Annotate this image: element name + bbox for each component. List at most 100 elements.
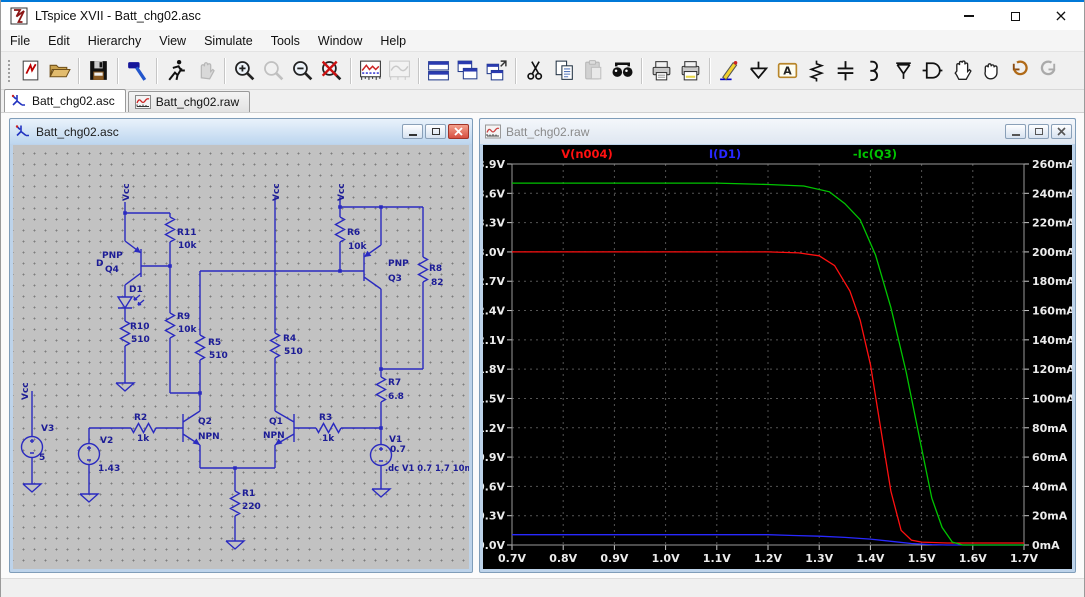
schematic-label-r7-value[interactable]: 6.8 (388, 392, 404, 402)
schematic-label-q2-type[interactable]: NPN (198, 432, 220, 442)
schematic-label-r5-name[interactable]: R5 (208, 338, 221, 348)
place-diode-icon[interactable] (890, 56, 917, 86)
schematic-label-r3-name[interactable]: R3 (319, 413, 332, 423)
menu-view[interactable]: View (150, 31, 195, 51)
schematic-label-q3-type[interactable]: PNP (388, 259, 409, 269)
schematic-label-r7-name[interactable]: R7 (388, 378, 401, 388)
schematic-label-v2-name[interactable]: V2 (100, 436, 113, 446)
place-inductor-icon[interactable] (861, 56, 888, 86)
zoom-full-extents-icon[interactable] (318, 56, 345, 86)
menu-help[interactable]: Help (371, 31, 415, 51)
drag-icon[interactable] (977, 56, 1004, 86)
tile-windows-icon[interactable] (425, 56, 452, 86)
schematic-label-r5-value[interactable]: 510 (209, 351, 228, 361)
schematic-label-q4-name[interactable]: Q4 (105, 265, 119, 275)
print-icon[interactable] (648, 56, 675, 86)
schematic-label-dc-directive[interactable]: .dc V1 0.7 1.7 10m (385, 463, 469, 473)
schematic-label-r10-value[interactable]: 510 (131, 335, 150, 345)
place-capacitor-icon[interactable] (832, 56, 859, 86)
trace-V(n004)[interactable] (512, 251, 1024, 544)
redo-icon[interactable] (1035, 56, 1062, 86)
schematic-label-v1-name[interactable]: V1 (389, 435, 402, 445)
tab-schematic[interactable]: Batt_chg02.asc (4, 89, 126, 112)
schematic-label-vcc-flag-3[interactable]: Vcc (337, 183, 347, 201)
find-icon[interactable] (609, 56, 636, 86)
diode-d1-symbol[interactable] (116, 294, 145, 310)
schematic-label-r9-name[interactable]: R9 (177, 312, 190, 322)
tab-waveform[interactable]: Batt_chg02.raw (127, 91, 251, 112)
zoom-out-icon[interactable] (289, 56, 316, 86)
schematic-label-r6-value[interactable]: 10k (348, 242, 368, 252)
schematic-label-q1-type[interactable]: NPN (263, 431, 285, 441)
autorange-y-axis-icon[interactable] (357, 56, 384, 86)
waveform-maximize-button[interactable] (1028, 124, 1049, 139)
menu-tools[interactable]: Tools (262, 31, 309, 51)
schematic-label-r4-name[interactable]: R4 (283, 334, 296, 344)
schematic-label-vcc-flag-2[interactable]: Vcc (272, 183, 282, 201)
legend-V(n004)[interactable]: V(n004) (561, 147, 613, 161)
schematic-label-r3-value[interactable]: 1k (322, 434, 335, 444)
legend-I(D1)[interactable]: I(D1) (709, 147, 741, 161)
schematic-label-r6-name[interactable]: R6 (347, 228, 360, 238)
schematic-label-d1-name[interactable]: D1 (129, 285, 143, 295)
draw-wire-icon[interactable] (716, 56, 743, 86)
minimize-button[interactable] (946, 2, 992, 30)
waveform-client-area[interactable]: 0.7V 0.8V 0.9V 1.0V 1.1V 1.2V 1.3V 1.4V 1.5V 1.6V… (483, 145, 1072, 569)
menu-edit[interactable]: Edit (39, 31, 79, 51)
schematic-label-vcc-flag-4[interactable]: Vcc (21, 382, 31, 400)
schematic-label-q4-type[interactable]: PNP (102, 251, 123, 261)
schematic-close-button[interactable] (448, 124, 469, 139)
legend--Ic(Q3)[interactable]: -Ic(Q3) (853, 147, 897, 161)
schematic-client-area[interactable]: Vcc R11 10k D PNP Q4 D1 R10 510 R9 10k R5 510 Vcc R4 51… (13, 145, 469, 569)
schematic-label-v2-value[interactable]: 1.43 (98, 464, 120, 474)
schematic-label-r11-value[interactable]: 10k (178, 241, 198, 251)
schematic-label-q2-name[interactable]: Q2 (198, 417, 212, 427)
place-component-icon[interactable] (919, 56, 946, 86)
place-label-icon[interactable]: A (774, 56, 801, 86)
close-button[interactable]: × (1038, 2, 1084, 30)
menu-hierarchy[interactable]: Hierarchy (79, 31, 151, 51)
undo-icon[interactable] (1006, 56, 1033, 86)
schematic-label-r1-value[interactable]: 220 (242, 502, 261, 512)
open-icon[interactable] (46, 56, 73, 86)
run-icon[interactable] (163, 56, 190, 86)
move-icon[interactable] (948, 56, 975, 86)
schematic-label-r4-value[interactable]: 510 (284, 347, 303, 357)
schematic-label-q1-name[interactable]: Q1 (269, 417, 283, 427)
place-resistor-icon[interactable] (803, 56, 830, 86)
maximize-button[interactable] (992, 2, 1038, 30)
menu-simulate[interactable]: Simulate (195, 31, 262, 51)
save-icon[interactable] (85, 56, 112, 86)
menu-file[interactable]: File (1, 31, 39, 51)
schematic-label-q3-name[interactable]: Q3 (388, 274, 402, 284)
control-panel-icon[interactable] (124, 56, 151, 86)
waveform-minimize-button[interactable] (1005, 124, 1026, 139)
new-schematic-icon[interactable] (17, 56, 44, 86)
schematic-label-r2-value[interactable]: 1k (137, 434, 150, 444)
zoom-in-icon[interactable] (231, 56, 258, 86)
restore-windows-icon[interactable] (483, 56, 510, 86)
schematic-label-v1-value[interactable]: 0.7 (390, 445, 406, 455)
place-ground-icon[interactable] (745, 56, 772, 86)
waveform-close-button[interactable] (1051, 124, 1072, 139)
schematic-label-r9-value[interactable]: 10k (178, 325, 198, 335)
schematic-window-titlebar[interactable]: Batt_chg02.asc (10, 119, 472, 144)
waveform-window-titlebar[interactable]: Batt_chg02.raw (480, 119, 1075, 144)
schematic-label-r2-name[interactable]: R2 (134, 413, 147, 423)
schematic-label-r8-value[interactable]: 82 (431, 278, 444, 288)
schematic-label-r11-name[interactable]: R11 (177, 228, 196, 238)
print-preview-icon[interactable] (677, 56, 704, 86)
schematic-minimize-button[interactable] (402, 124, 423, 139)
schematic-maximize-button[interactable] (425, 124, 446, 139)
schematic-label-vcc-flag-1[interactable]: Vcc (122, 183, 132, 201)
cascade-windows-icon[interactable] (454, 56, 481, 86)
cut-icon[interactable] (522, 56, 549, 86)
schematic-label-v3-name[interactable]: V3 (41, 424, 54, 434)
schematic-label-r1-name[interactable]: R1 (242, 489, 255, 499)
schematic-canvas[interactable]: VccR1110kDPNPQ4D1R10510R910kR5510VccR451… (13, 145, 469, 569)
schematic-label-v3-value[interactable]: 5 (39, 453, 45, 463)
window-titlebar[interactable]: LTspice XVII - Batt_chg02.asc × (1, 2, 1084, 30)
schematic-label-r10-name[interactable]: R10 (130, 322, 149, 332)
copy-icon[interactable] (551, 56, 578, 86)
waveform-canvas[interactable]: 0.7V 0.8V 0.9V 1.0V 1.1V 1.2V 1.3V 1.4V 1.5V 1.6V… (483, 145, 1072, 569)
